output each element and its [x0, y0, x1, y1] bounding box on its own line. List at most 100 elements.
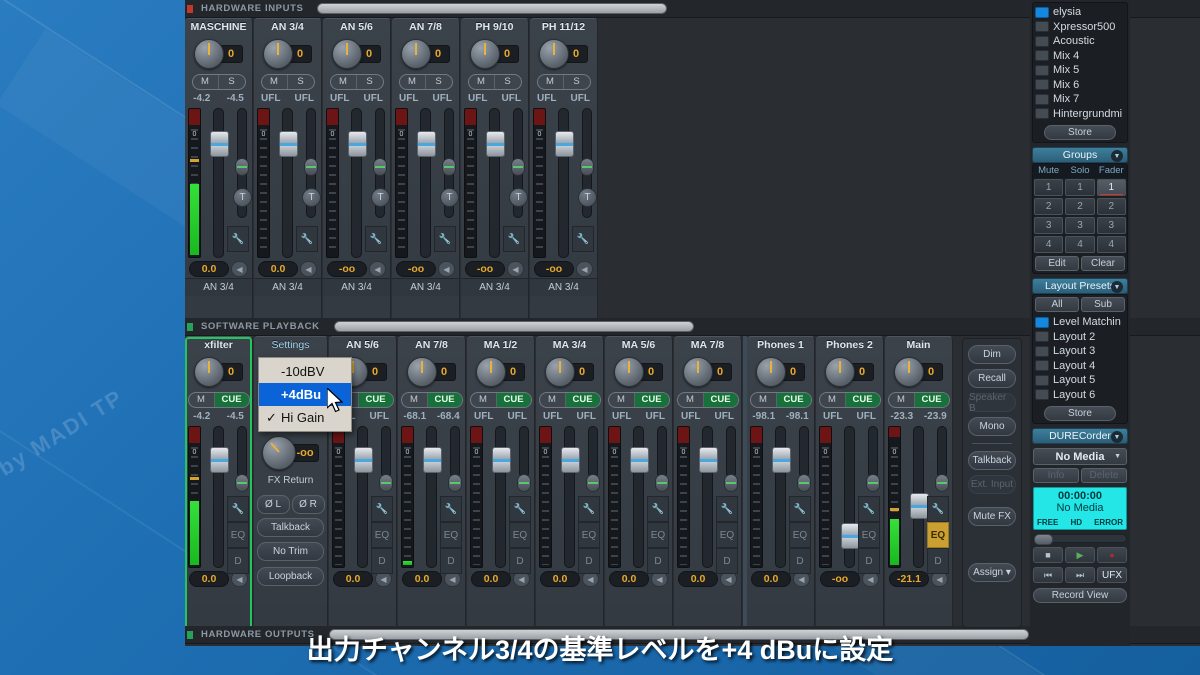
snapshots-store-button[interactable]: Store [1044, 125, 1116, 140]
list-item[interactable]: Hintergrundmi [1035, 107, 1125, 122]
dynamics-button[interactable]: D [647, 548, 669, 574]
cue-button[interactable]: CUE [704, 393, 738, 407]
chevron-down-icon[interactable]: ▼ [1111, 431, 1123, 443]
group-solo-3[interactable]: 3 [1065, 217, 1094, 234]
fx-return-knob[interactable] [262, 436, 296, 470]
group-mute-4[interactable]: 4 [1034, 236, 1063, 253]
fader-value[interactable]: 0.0 [751, 571, 791, 587]
dynamics-button[interactable]: D [371, 548, 393, 574]
wrench-icon[interactable]: 🔧 [927, 496, 949, 522]
wrench-icon[interactable]: 🔧 [440, 496, 462, 522]
group-mute-2[interactable]: 2 [1034, 198, 1063, 215]
snapshot-swatch[interactable] [1035, 7, 1049, 18]
mute-button[interactable]: M [820, 393, 846, 407]
channel-strip-hw-in-1[interactable]: AN 3/4 0 MS UFLUFL 0 T 🔧 0.0◀ AN 3/4 [254, 18, 322, 318]
recall-button[interactable]: Recall [968, 369, 1016, 388]
groups-header[interactable]: Groups ▼ [1032, 147, 1128, 163]
channel-strip-hw-in-2[interactable]: AN 5/6 0 MS UFLUFL 0 T 🔧 -oo◀ AN 3/4 [323, 18, 391, 318]
gain-knob[interactable] [263, 39, 293, 69]
mono-button[interactable]: Mono [968, 417, 1016, 436]
fader-value[interactable]: 0.0 [471, 571, 511, 587]
snapshot-swatch[interactable] [1035, 36, 1049, 47]
cue-button[interactable]: CUE [359, 393, 393, 407]
gain-knob[interactable] [401, 39, 431, 69]
cue-button[interactable]: CUE [566, 393, 600, 407]
list-item[interactable]: Xpressor500 [1035, 20, 1125, 35]
layout-sub-button[interactable]: Sub [1081, 297, 1125, 312]
dim-button[interactable]: Dim [968, 345, 1016, 364]
wrench-icon[interactable]: 🔧 [434, 226, 456, 252]
solo-button[interactable]: S [357, 75, 383, 89]
layout-swatch[interactable] [1035, 389, 1049, 400]
gain-knob[interactable] [194, 357, 224, 387]
volume-fader[interactable] [775, 426, 786, 568]
trim-button[interactable]: T [233, 188, 252, 207]
nav-left-icon[interactable]: ◀ [438, 261, 455, 277]
ufx-button[interactable]: UFX [1097, 567, 1127, 583]
group-mute-1[interactable]: 1 [1034, 179, 1063, 196]
volume-fader[interactable] [420, 108, 431, 258]
menu-item-10dbv[interactable]: -10dBV [259, 360, 351, 383]
volume-fader[interactable] [558, 108, 569, 258]
chevron-down-icon[interactable]: ▼ [1114, 453, 1121, 460]
volume-fader[interactable] [213, 426, 224, 568]
wrench-icon[interactable]: 🔧 [503, 226, 525, 252]
snapshot-swatch[interactable] [1035, 79, 1049, 90]
fader-value[interactable]: 0.0 [402, 571, 442, 587]
volume-fader[interactable] [633, 426, 644, 568]
list-item[interactable]: Layout 3 [1035, 344, 1125, 359]
solo-button[interactable]: S [426, 75, 452, 89]
snapshot-swatch[interactable] [1035, 65, 1049, 76]
channel-strip-out-phones1[interactable]: Phones 1 0 MCUE -98.1-98.1 0 🔧EQD 0.0◀ [747, 336, 815, 628]
list-item[interactable]: Acoustic [1035, 34, 1125, 49]
group-solo-2[interactable]: 2 [1065, 198, 1094, 215]
wrench-icon[interactable]: 🔧 [365, 226, 387, 252]
fader-value[interactable]: 0.0 [333, 571, 373, 587]
layout-store-button[interactable]: Store [1044, 406, 1116, 421]
destination-label[interactable]: AN 3/4 [323, 278, 390, 296]
group-solo-4[interactable]: 4 [1065, 236, 1094, 253]
loopback-button[interactable]: Loopback [257, 567, 324, 586]
mute-button[interactable]: M [538, 75, 564, 89]
solo-button[interactable]: S [219, 75, 245, 89]
groups-clear-button[interactable]: Clear [1081, 256, 1125, 271]
dynamics-button[interactable]: D [716, 548, 738, 574]
volume-fader[interactable] [702, 426, 713, 568]
collapse-marker-red[interactable] [187, 5, 193, 13]
cue-button[interactable]: CUE [215, 393, 249, 407]
snapshot-swatch[interactable] [1035, 108, 1049, 119]
mute-button[interactable]: M [751, 393, 777, 407]
channel-strip-sw-7[interactable]: MA 7/8 0 MCUE UFLUFL 0 🔧EQD 0.0◀ [674, 336, 742, 628]
media-select[interactable]: No Media ▼ [1033, 448, 1127, 465]
gain-knob[interactable] [332, 39, 362, 69]
channel-strip-out-phones2[interactable]: Phones 2 0 MCUE UFLUFL 0 🔧EQD -oo◀ [816, 336, 884, 628]
fader-value[interactable]: 0.0 [189, 571, 229, 587]
wrench-icon[interactable]: 🔧 [789, 496, 811, 522]
list-item[interactable]: Mix 5 [1035, 63, 1125, 78]
destination-label[interactable]: AN 3/4 [185, 278, 252, 296]
fader-value[interactable]: 0.0 [258, 261, 298, 277]
mute-button[interactable]: M [540, 393, 566, 407]
volume-fader[interactable] [357, 426, 368, 568]
record-view-button[interactable]: Record View [1033, 588, 1127, 603]
nav-left-icon[interactable]: ◀ [300, 261, 317, 277]
snapshot-swatch[interactable] [1035, 21, 1049, 32]
volume-fader[interactable] [564, 426, 575, 568]
dynamics-button[interactable]: D [858, 548, 880, 574]
gain-knob[interactable] [683, 357, 713, 387]
volume-fader[interactable] [351, 108, 362, 258]
layout-all-button[interactable]: All [1035, 297, 1079, 312]
eq-button[interactable]: EQ [789, 522, 811, 548]
cue-button[interactable]: CUE [635, 393, 669, 407]
solo-button[interactable]: S [564, 75, 590, 89]
group-fader-4[interactable]: 4 [1097, 236, 1126, 253]
solo-button[interactable]: S [495, 75, 521, 89]
eq-button[interactable]: EQ [858, 522, 880, 548]
fader-value[interactable]: -oo [327, 261, 367, 277]
mute-button[interactable]: M [402, 393, 428, 407]
channel-strip-out-main[interactable]: Main 0 MCUE -23.3-23.9 0 🔧 EQ D -21.1◀ [885, 336, 953, 628]
talkback-button[interactable]: Talkback [968, 451, 1016, 470]
position-slider[interactable] [1033, 534, 1127, 543]
channel-strip-sw-xfilter[interactable]: xfilter 0 MCUE -4.2-4.5 0 🔧 EQ D 0.0 [185, 336, 253, 628]
nav-left-icon[interactable]: ◀ [231, 261, 248, 277]
